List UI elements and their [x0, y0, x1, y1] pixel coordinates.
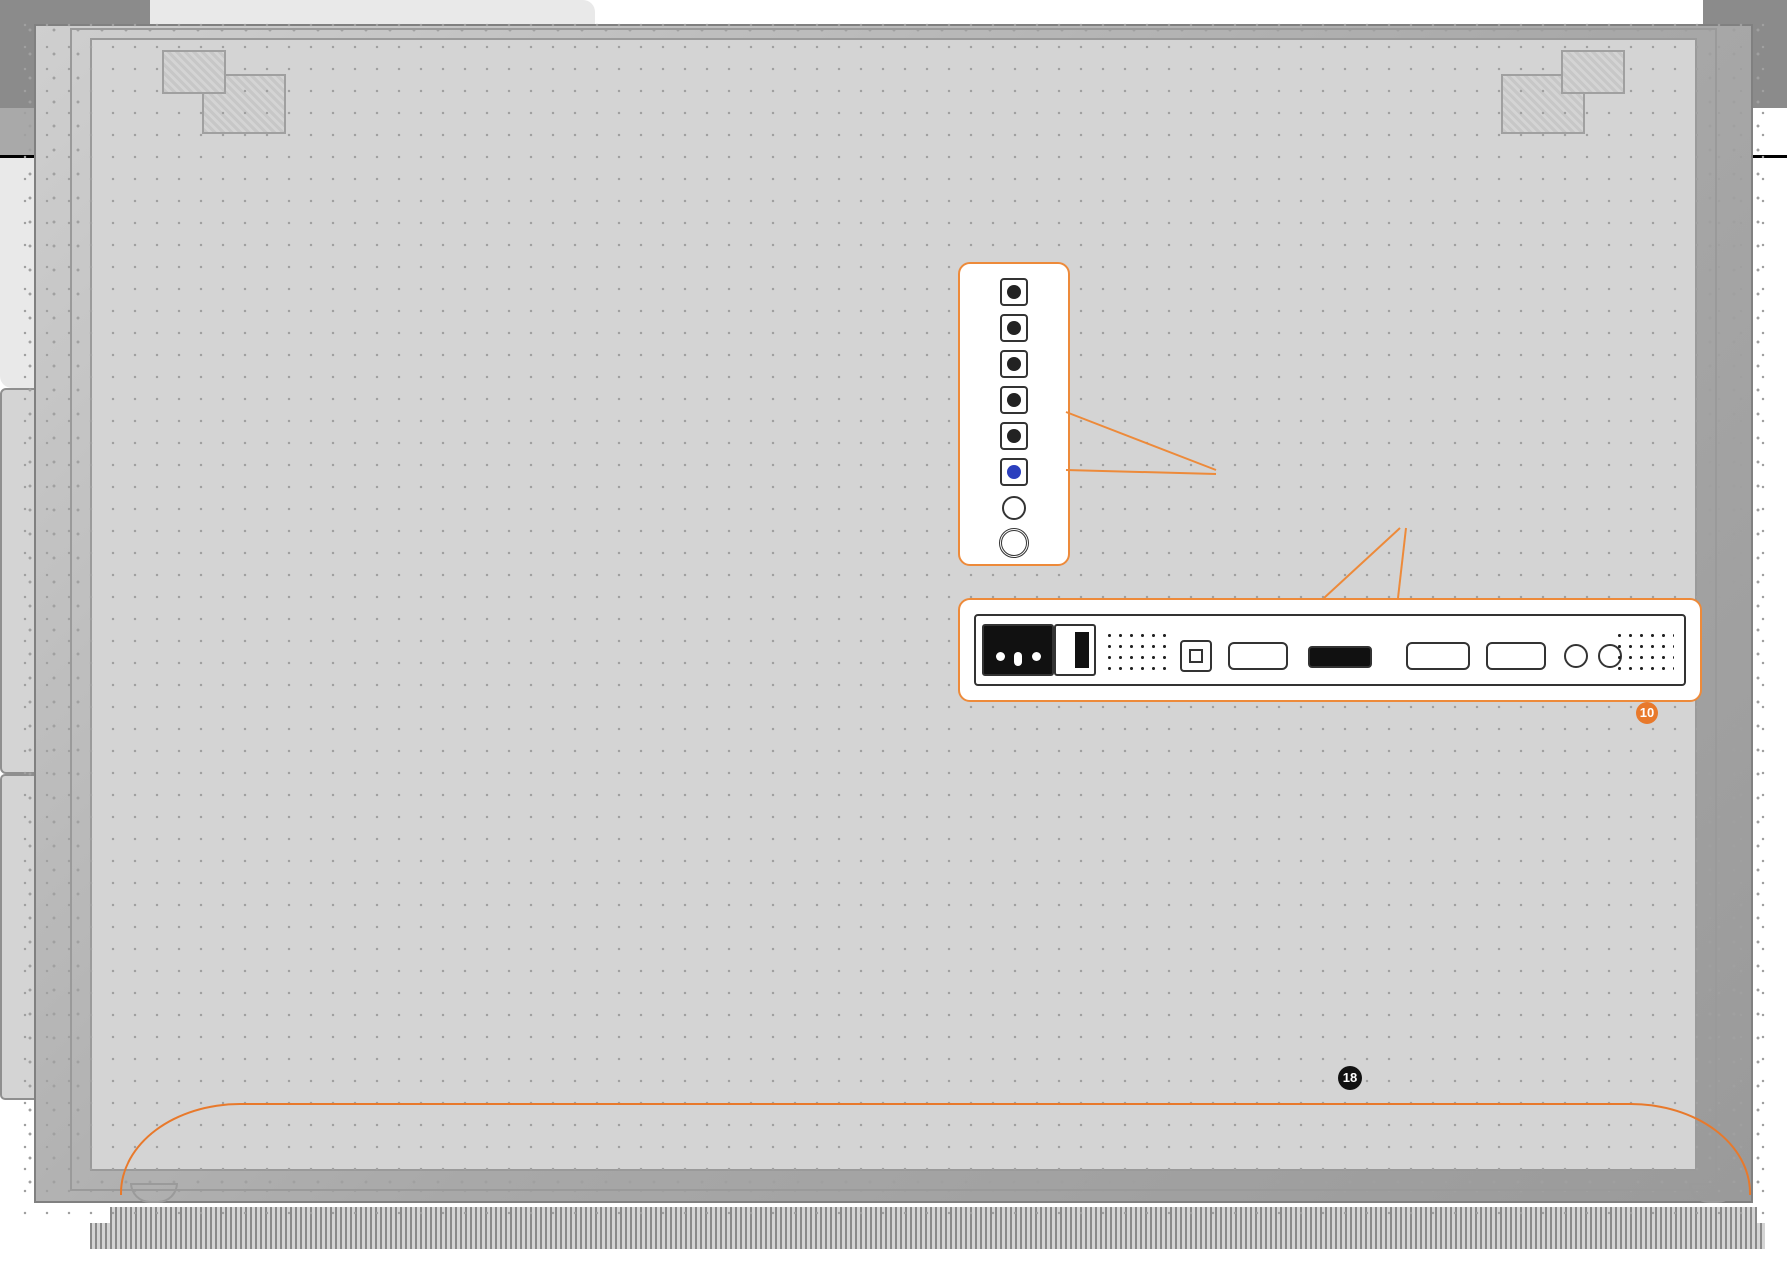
io-ports-callout: [958, 598, 1702, 702]
io-panel: [974, 614, 1686, 686]
ventilation-slots: [90, 1223, 1765, 1249]
handle-arc: [120, 1103, 1751, 1195]
keypad-button-5[interactable]: [1000, 422, 1028, 450]
display-rear-view-small: [0, 774, 517, 1100]
speaker-grille-right: [1614, 630, 1674, 670]
vga-port[interactable]: [1486, 642, 1546, 670]
speaker-grille-left: [1104, 630, 1170, 670]
keypad-led: [1002, 496, 1026, 520]
dvi-port[interactable]: [1406, 642, 1470, 670]
page-number: 18: [1338, 1066, 1362, 1090]
keypad-button-1[interactable]: [1000, 278, 1028, 306]
audio-jack-1[interactable]: [1564, 644, 1588, 668]
port-badge: 10: [1636, 702, 1658, 724]
keypad-ir-sensor: [999, 528, 1029, 558]
rs232-port[interactable]: [1228, 642, 1288, 670]
usb-b-port[interactable]: [1180, 640, 1212, 672]
keypad-button-4[interactable]: [1000, 386, 1028, 414]
keypad-button-3[interactable]: [1000, 350, 1028, 378]
keypad-button-2[interactable]: [1000, 314, 1028, 342]
hdmi-port[interactable]: [1308, 646, 1372, 668]
keypad-button-6[interactable]: [1000, 458, 1028, 486]
manual-page: manualshive.com: [0, 0, 1787, 1263]
power-switch[interactable]: [1054, 624, 1096, 676]
ac-inlet[interactable]: [982, 624, 1054, 676]
control-keypad-callout: [958, 262, 1070, 566]
